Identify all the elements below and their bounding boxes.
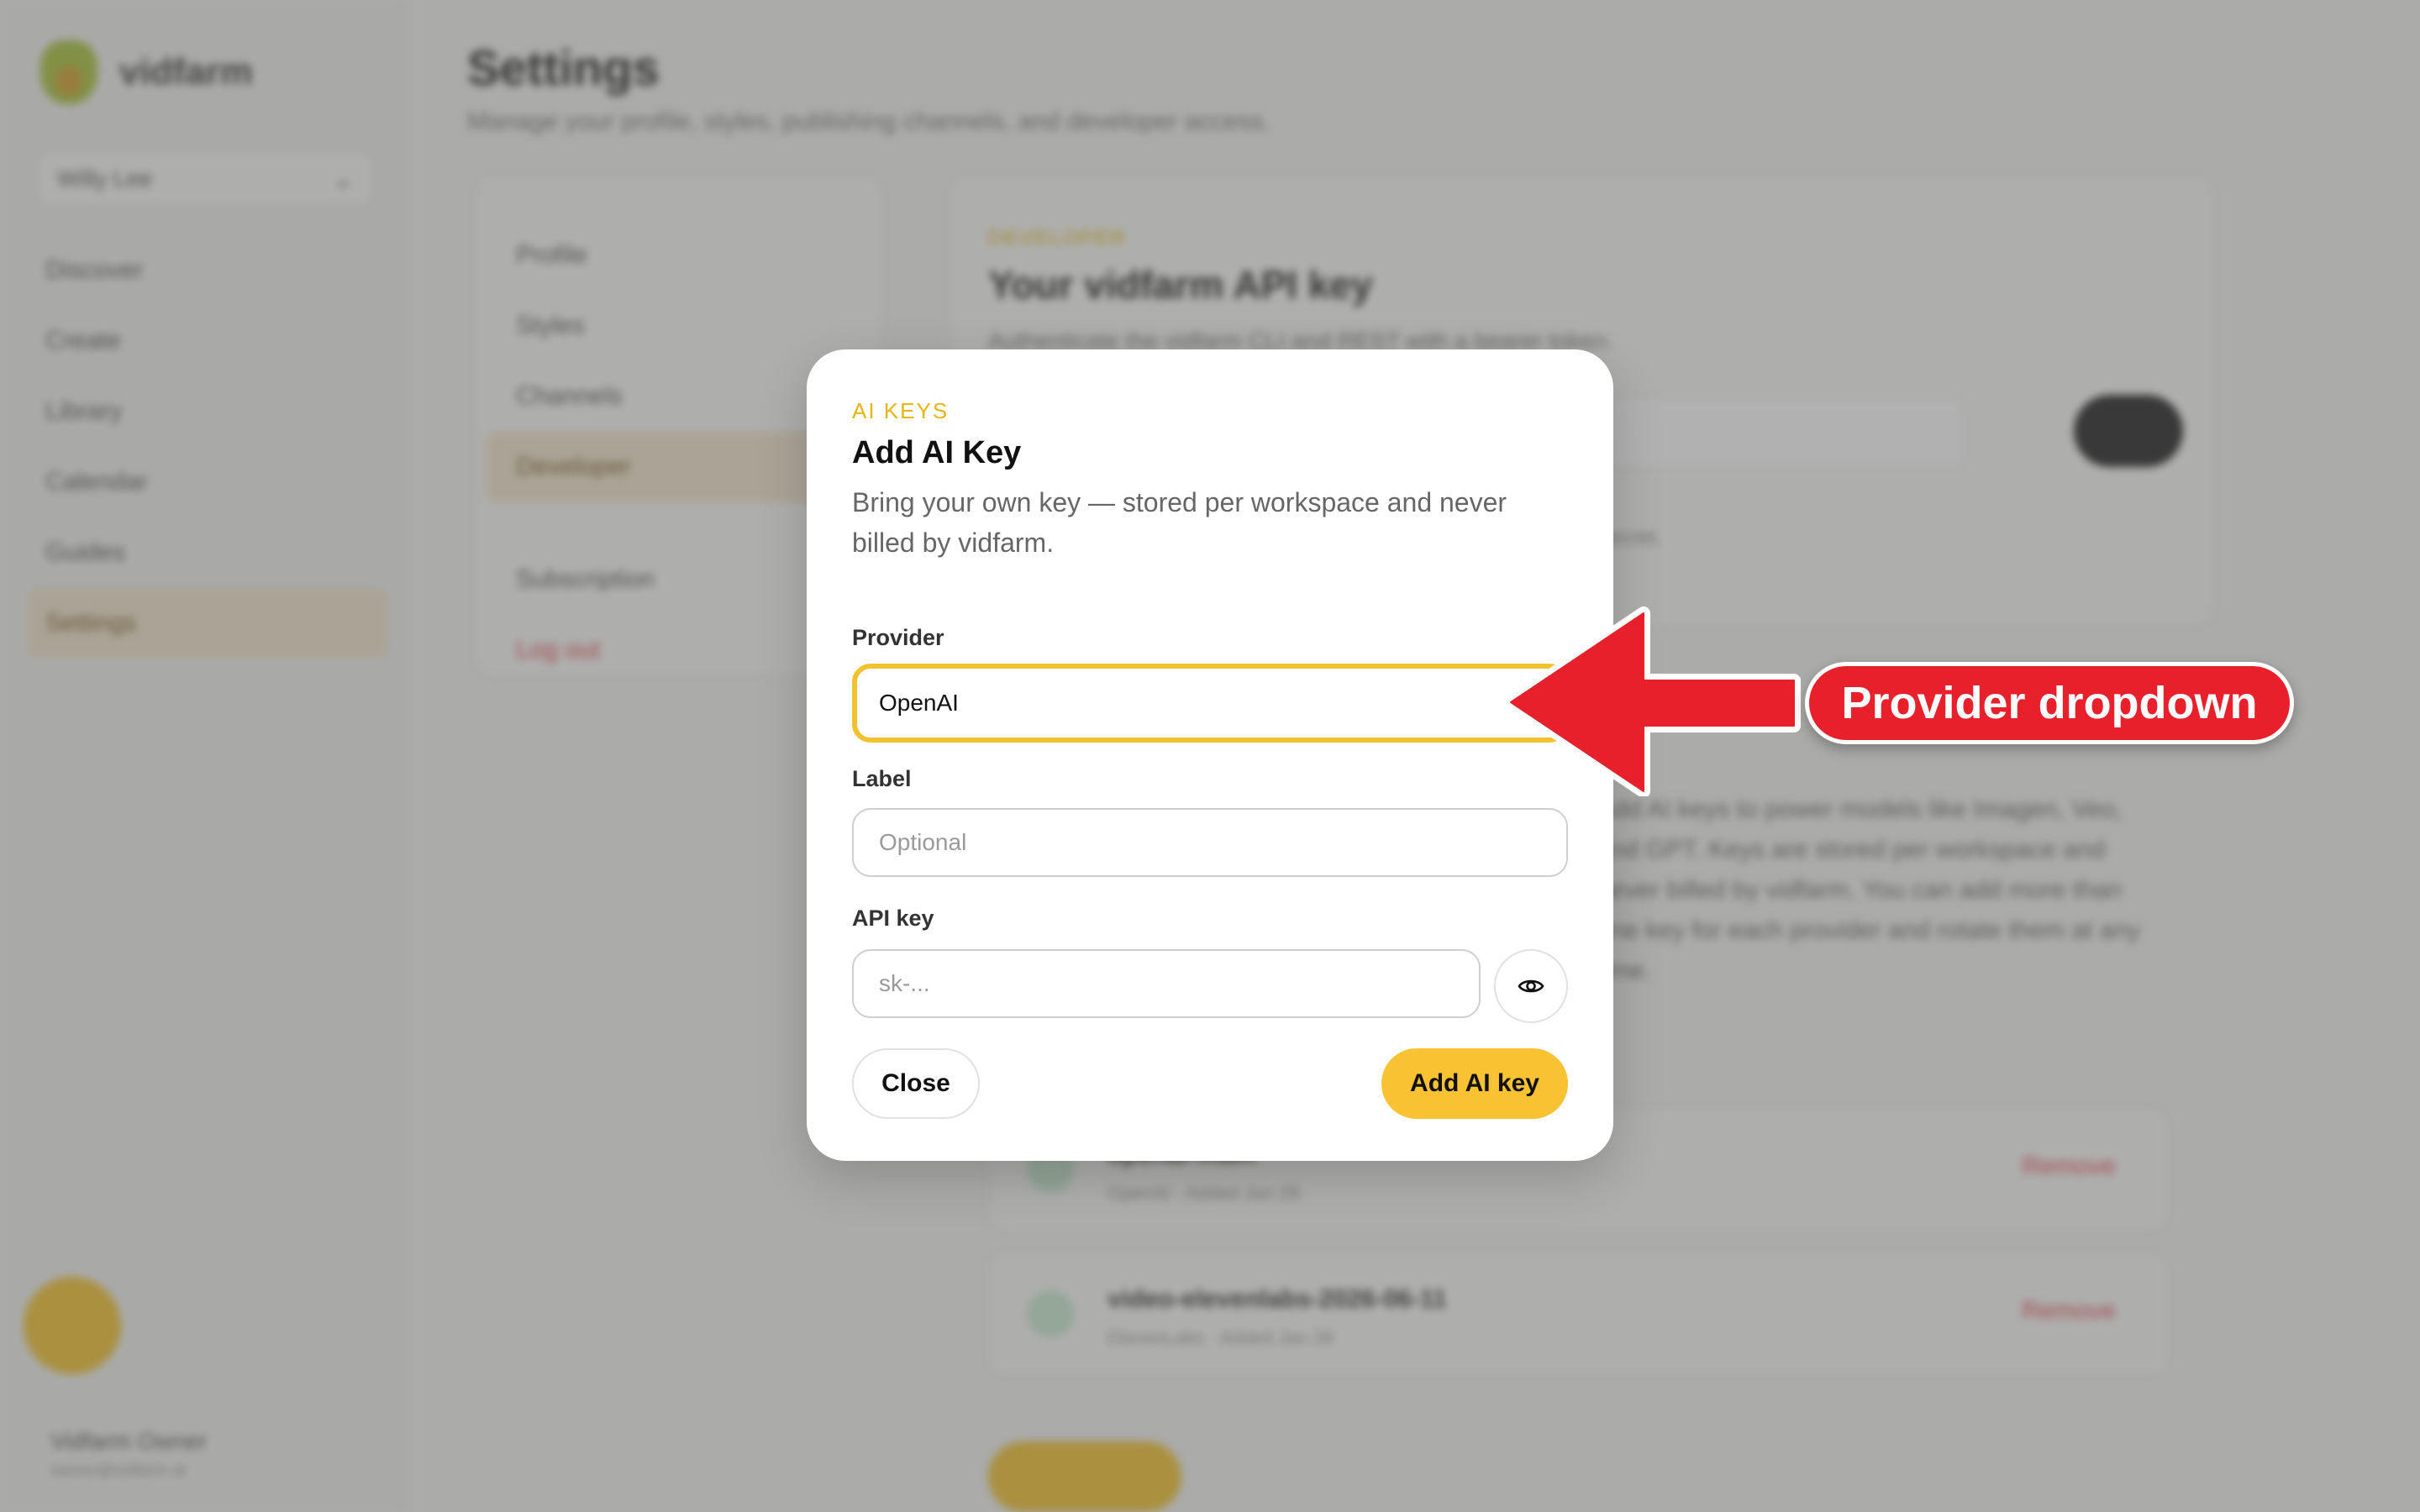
show-key-toggle[interactable] (1494, 949, 1568, 1023)
modal-title: Add AI Key (852, 435, 1022, 470)
provider-label: Provider (852, 625, 944, 650)
eye-icon (1518, 979, 1544, 993)
close-button[interactable]: Close (852, 1048, 980, 1119)
provider-value: OpenAI (879, 690, 959, 716)
label-placeholder: Optional (879, 829, 967, 855)
annotation-arrow-icon (1504, 606, 1801, 796)
modal-eyebrow: AI KEYS (852, 398, 950, 423)
api-key-input[interactable]: sk-... (852, 949, 1481, 1018)
annotation-callout: Provider dropdown (1805, 662, 2294, 744)
add-ai-key-modal: AI KEYS Add AI Key Bring your own key — … (807, 349, 1613, 1161)
label-input[interactable]: Optional (852, 808, 1568, 877)
provider-dropdown[interactable]: OpenAI (852, 664, 1568, 743)
api-key-placeholder: sk-... (879, 970, 930, 996)
api-key-label: API key (852, 906, 934, 931)
label-field-label: Label (852, 766, 912, 791)
modal-description: Bring your own key — stored per workspac… (852, 487, 1507, 558)
add-ai-key-button[interactable]: Add AI key (1381, 1048, 1568, 1119)
